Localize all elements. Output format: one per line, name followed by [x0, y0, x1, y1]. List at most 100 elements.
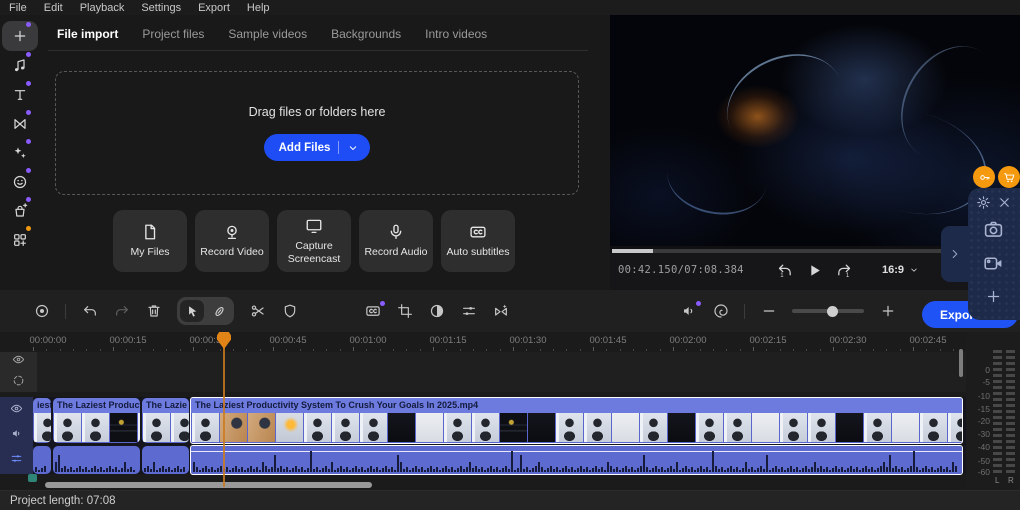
audio-clip[interactable] — [142, 446, 189, 474]
tab-project-files[interactable]: Project files — [142, 27, 204, 41]
aspect-ratio-select[interactable]: 16:9 — [882, 264, 919, 276]
chroma-key-button[interactable] — [712, 303, 729, 320]
subtitles-button[interactable] — [364, 300, 385, 320]
sidebar-item-transitions[interactable] — [2, 109, 38, 138]
next-frame-button[interactable]: 1 — [836, 262, 853, 284]
action-record-video[interactable]: Record Video — [195, 210, 269, 272]
waveform-bar — [469, 462, 471, 472]
waveform-bar — [892, 468, 894, 472]
menu-file[interactable]: File — [9, 2, 27, 14]
speaker-icon — [10, 427, 23, 440]
waveform-bar — [754, 470, 756, 472]
action-record-audio[interactable]: Record Audio — [359, 210, 433, 272]
clip-thumbnail — [304, 413, 331, 442]
protect-button[interactable] — [281, 303, 298, 320]
menu-settings[interactable]: Settings — [141, 2, 181, 14]
waveform-bar — [38, 470, 40, 472]
delete-button[interactable] — [145, 303, 162, 320]
redo-button[interactable] — [113, 303, 130, 320]
add-files-button[interactable]: Add Files — [263, 134, 371, 161]
audio-clip[interactable] — [190, 445, 963, 475]
menu-edit[interactable]: Edit — [44, 2, 63, 14]
tab-file-import[interactable]: File import — [57, 27, 118, 41]
waveform-bar — [217, 468, 219, 472]
widget-close-button[interactable] — [997, 195, 1012, 210]
menu-export[interactable]: Export — [198, 2, 230, 14]
waveform-bar — [44, 466, 46, 472]
sidebar-item-effects[interactable] — [2, 138, 38, 167]
snapshot-button[interactable] — [983, 219, 1004, 240]
widget-collapse-tab[interactable] — [941, 226, 969, 282]
waveform-bar — [397, 455, 399, 472]
video-clip[interactable]: The Laziest Productivity System To Crush… — [190, 397, 963, 444]
video-clip[interactable]: The Laziest Product — [53, 398, 140, 443]
meter-segment — [1006, 440, 1015, 443]
waveform-bar — [811, 467, 813, 472]
sidebar-item-stickers[interactable] — [2, 167, 38, 196]
timeline-zoom-slider[interactable] — [792, 305, 864, 317]
horizontal-scrollbar[interactable] — [45, 482, 372, 488]
waveform-bar — [694, 470, 696, 472]
audio-clip[interactable] — [33, 446, 51, 474]
chain-icon[interactable] — [12, 374, 25, 392]
sidebar-item-more-tools[interactable] — [2, 225, 38, 254]
sidebar-item-add-media[interactable] — [2, 21, 38, 51]
action-capture-screencast[interactable]: Capture Screencast — [277, 210, 351, 272]
split-button[interactable] — [249, 303, 266, 320]
menu-playback[interactable]: Playback — [80, 2, 125, 14]
link-tool-button[interactable] — [207, 300, 231, 322]
tab-backgrounds[interactable]: Backgrounds — [331, 27, 401, 41]
previous-frame-button[interactable]: 1 — [776, 262, 793, 284]
waveform-bar — [283, 469, 285, 472]
video-clip[interactable]: The Lazie — [142, 398, 189, 443]
select-tool-button[interactable] — [180, 300, 204, 322]
waveform-bar — [67, 469, 69, 472]
sidebar-item-audio[interactable] — [2, 51, 38, 80]
eye-icon[interactable] — [10, 402, 23, 420]
undo-button[interactable] — [81, 303, 98, 320]
waveform-bar — [484, 470, 486, 472]
filters-button[interactable] — [460, 303, 477, 320]
timeline-ruler[interactable]: 00:00:00 00:00:15 00:00:30 00:00:45 00:01:00… — [0, 332, 1020, 352]
waveform-bar — [922, 468, 924, 472]
audio-clip[interactable] — [53, 446, 140, 474]
action-my-files[interactable]: My Files — [113, 210, 187, 272]
action-auto-subtitles[interactable]: Auto subtitles — [441, 210, 515, 272]
video-preview — [610, 15, 1020, 246]
waveform-bar — [664, 470, 666, 472]
sidebar-item-store[interactable] — [2, 196, 38, 225]
waveform-bar — [286, 467, 288, 472]
meter-scale-label: -30 — [977, 429, 990, 439]
color-adjustments-button[interactable] — [428, 303, 445, 320]
waveform-bar — [156, 470, 158, 472]
tab-intro-videos[interactable]: Intro videos — [425, 27, 487, 41]
store-cart-button[interactable] — [998, 166, 1020, 188]
widget-add-button[interactable] — [985, 288, 1002, 305]
transition-wizard-button[interactable] — [492, 303, 509, 320]
tab-sample-videos[interactable]: Sample videos — [228, 27, 307, 41]
zoom-in-button[interactable] — [879, 303, 896, 320]
speaker-icon[interactable] — [10, 427, 23, 445]
keyframes-icon[interactable] — [10, 452, 23, 470]
screen-record-button[interactable] — [983, 253, 1004, 274]
crop-button[interactable] — [396, 303, 413, 320]
zoom-out-button[interactable] — [760, 303, 777, 320]
widget-settings-button[interactable] — [976, 195, 991, 210]
eye-icon[interactable] — [12, 353, 25, 371]
menu-help[interactable]: Help — [247, 2, 270, 14]
ruler-label: 00:02:15 — [749, 335, 787, 346]
vertical-scrollbar[interactable] — [959, 349, 963, 377]
chevron-down-icon[interactable] — [347, 142, 359, 154]
voice-record-button[interactable] — [33, 303, 50, 320]
sidebar-item-titles[interactable] — [2, 80, 38, 109]
meter-segment — [1006, 386, 1015, 389]
meter-segment — [993, 440, 1002, 443]
drop-zone[interactable]: Drag files or folders here Add Files — [55, 71, 579, 195]
eye-icon — [10, 402, 23, 415]
video-clip[interactable]: iest — [33, 398, 51, 443]
zoom-slider-handle[interactable] — [826, 305, 838, 317]
audio-mixer-button[interactable] — [680, 300, 701, 320]
ruler-minor-tick — [806, 349, 808, 351]
play-button[interactable] — [806, 262, 823, 284]
activation-key-button[interactable] — [973, 166, 995, 188]
